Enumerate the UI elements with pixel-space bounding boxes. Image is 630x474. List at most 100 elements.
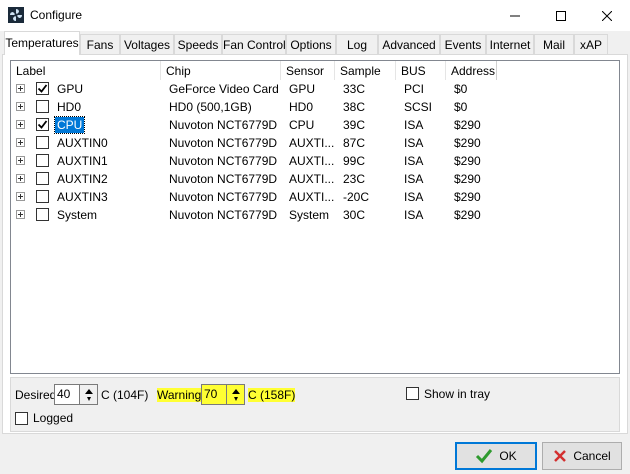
checkmark-icon [37,120,48,129]
row-sensor: HD0 [289,100,314,114]
row-label[interactable]: CPU [53,116,86,134]
table-row[interactable]: AUXTIN2 Nuvoton NCT6779D AUXTI... 23C ISA $29… [11,170,619,188]
row-label[interactable]: System [55,207,99,223]
ok-button[interactable]: OK [455,442,537,470]
expand-icon[interactable] [16,138,25,147]
row-checkbox[interactable] [36,100,49,113]
desired-spinner[interactable]: 40 [54,384,98,405]
row-chip: Nuvoton NCT6779D [169,154,278,168]
expand-icon[interactable] [16,156,25,165]
row-label[interactable]: AUXTIN3 [55,189,110,205]
tab-speeds[interactable]: Speeds [174,34,222,54]
row-bus: ISA [404,172,424,186]
row-bus: ISA [404,208,424,222]
row-checkbox[interactable] [36,136,49,149]
logged-checkbox[interactable] [15,412,28,425]
tab-options[interactable]: Options [286,34,336,54]
row-bus: ISA [404,136,424,150]
row-chip: Nuvoton NCT6779D [169,118,278,132]
window-title: Configure [30,8,83,22]
table-row[interactable]: AUXTIN0 Nuvoton NCT6779D AUXTI... 87C ISA $29… [11,134,619,152]
tab-xap[interactable]: xAP [574,34,608,54]
row-bus: ISA [404,118,424,132]
row-checkbox[interactable] [36,82,49,95]
warning-value[interactable]: 70 [204,387,217,401]
tab-temperatures[interactable]: Temperatures [4,31,80,55]
tab-strip: Temperatures Fans Voltages Speeds Fan Co… [0,31,630,55]
expand-icon[interactable] [16,174,25,183]
row-label[interactable]: AUXTIN0 [55,135,110,151]
table-row[interactable]: AUXTIN1 Nuvoton NCT6779D AUXTI... 99C ISA $29… [11,152,619,170]
table-row[interactable]: CPU Nuvoton NCT6779D CPU 39C ISA $290 [11,116,619,134]
minimize-button[interactable] [492,0,538,31]
expand-icon[interactable] [16,102,25,111]
row-label[interactable]: HD0 [55,99,83,115]
row-sensor: AUXTI... [289,190,335,204]
expand-icon[interactable] [16,84,25,93]
tab-internet[interactable]: Internet [486,34,534,54]
expand-icon[interactable] [16,210,25,219]
desired-label: Desired [15,388,57,402]
cancel-label: Cancel [573,449,611,463]
row-label[interactable]: AUXTIN1 [55,153,110,169]
row-chip: GeForce Video Card [169,82,279,96]
row-label[interactable]: AUXTIN2 [55,171,110,187]
row-sensor: System [289,208,330,222]
table-row[interactable]: GPU GeForce Video Card GPU 33C PCI $0 [11,80,619,98]
column-header-bus[interactable]: BUS [396,61,446,80]
tab-events[interactable]: Events [440,34,486,54]
column-header-chip[interactable]: Chip [161,61,281,80]
row-sensor: CPU [289,118,315,132]
warning-spin-button[interactable] [226,385,244,404]
spin-arrows-icon [85,389,93,401]
row-chip: HD0 (500,1GB) [169,100,252,114]
expand-icon[interactable] [16,120,25,129]
warning-label: Warning [157,388,202,402]
row-address: $290 [454,208,481,222]
row-checkbox[interactable] [36,154,49,167]
column-header-address[interactable]: Address [446,61,497,80]
row-checkbox[interactable] [36,172,49,185]
column-header-label[interactable]: Label [11,61,161,80]
sensor-tree-list[interactable]: Label Chip Sensor Sample BUS Address GPU… [10,60,620,374]
close-icon [602,10,612,21]
desired-unit: C (104F) [101,388,149,402]
row-address: $290 [454,190,481,204]
tab-fans[interactable]: Fans [80,34,120,54]
row-sample: 33C [343,82,366,96]
tab-mail[interactable]: Mail [534,34,574,54]
close-window-button[interactable] [584,0,630,31]
table-row[interactable]: AUXTIN3 Nuvoton NCT6779D AUXTI... -20C ISA $2… [11,188,619,206]
row-chip: Nuvoton NCT6779D [169,190,278,204]
row-sensor: GPU [289,82,316,96]
row-sample: 39C [343,118,366,132]
maximize-button[interactable] [538,0,584,31]
row-checkbox[interactable] [36,190,49,203]
row-bus: ISA [404,190,424,204]
tab-advanced[interactable]: Advanced [378,34,440,54]
row-checkbox[interactable] [36,118,49,131]
row-sample: 23C [343,172,366,186]
row-sensor: AUXTI... [289,154,335,168]
tab-fan-control[interactable]: Fan Control [222,34,286,54]
table-row[interactable]: HD0 HD0 (500,1GB) HD0 38C SCSI $0 [11,98,619,116]
row-address: $0 [454,100,468,114]
tab-log[interactable]: Log [336,34,378,54]
row-label[interactable]: GPU [55,81,85,97]
cancel-button[interactable]: Cancel [542,442,622,470]
row-sample: 87C [343,136,366,150]
desired-value[interactable]: 40 [57,387,70,401]
tab-voltages[interactable]: Voltages [120,34,174,54]
row-bus: SCSI [404,100,433,114]
row-sensor: AUXTI... [289,172,335,186]
column-header-sensor[interactable]: Sensor [281,61,335,80]
table-row[interactable]: System Nuvoton NCT6779D System 30C ISA $290 [11,206,619,224]
warning-unit: C (158F) [248,388,296,402]
expand-icon[interactable] [16,192,25,201]
column-header-sample[interactable]: Sample [335,61,396,80]
row-sample: 38C [343,100,366,114]
row-checkbox[interactable] [36,208,49,221]
desired-spin-button[interactable] [79,385,97,404]
warning-spinner[interactable]: 70 [201,384,245,405]
show-in-tray-checkbox[interactable] [406,387,419,400]
